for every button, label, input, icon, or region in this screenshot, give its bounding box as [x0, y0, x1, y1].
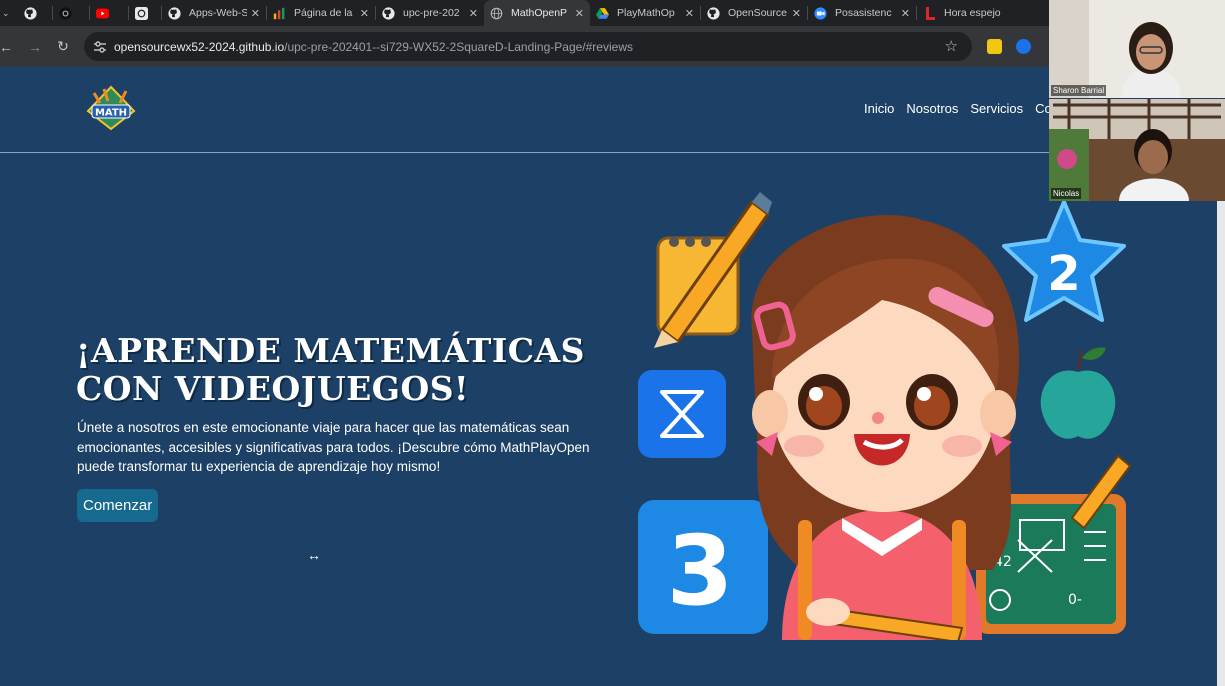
browser-toolbar: ← → ↻ opensourcewx52-2024.github.io/upc-…: [0, 26, 1225, 67]
tab-youtube[interactable]: [90, 0, 128, 26]
video-tile-participant: Nicolas: [1049, 99, 1225, 201]
participant-video: [1049, 99, 1225, 201]
hero-illustration: 2 3 42 0-: [638, 192, 1132, 640]
close-icon[interactable]: ✕: [469, 7, 478, 20]
number-3-block-icon: 3: [638, 500, 768, 634]
apple-icon: [1040, 347, 1116, 439]
github-icon: [707, 6, 720, 20]
page-scrollbar[interactable]: [1217, 201, 1225, 686]
globe-icon: [490, 7, 503, 20]
hero-text-line: Únete a nosotros en este emocionante via…: [77, 420, 570, 435]
tab-title: MathOpenP: [511, 7, 568, 19]
tab-title: Página de la: [294, 7, 353, 19]
github-icon: [24, 6, 37, 20]
nav-link-nosotros[interactable]: Nosotros: [906, 101, 958, 116]
participant-name: Nicolas: [1051, 188, 1082, 199]
nav-link-inicio[interactable]: Inicio: [864, 101, 894, 116]
hero-title: ¡APRENDE MATEMÁTICAS CON VIDEOJUEGOS!: [76, 332, 596, 408]
tab-title: OpenSource: [728, 7, 787, 19]
url-host: opensourcewx52-2024.github.io: [114, 39, 285, 54]
star-number-2-icon: 2: [1002, 200, 1126, 322]
github-icon: [168, 6, 181, 20]
tab-opensource[interactable]: OpenSource ✕: [701, 0, 807, 26]
extension-icon[interactable]: [987, 39, 1002, 54]
tab-title: Hora espejo: [944, 7, 1001, 19]
tab-pagina[interactable]: Página de la ✕: [267, 0, 375, 26]
tab-title: upc-pre-202: [403, 7, 460, 19]
zoom-icon: [814, 6, 827, 20]
tab-title: Posasistenc: [835, 7, 892, 19]
github-icon: [382, 6, 395, 20]
nav-link-servicios[interactable]: Servicios: [970, 101, 1023, 116]
drive-icon: [596, 7, 609, 20]
math-logo[interactable]: MATH: [86, 85, 136, 131]
tab-title: Apps-Web-S: [189, 7, 247, 19]
tab-playmath[interactable]: PlayMathOp ✕: [590, 0, 700, 26]
chevron-down-icon: ⌄: [2, 7, 10, 18]
close-icon[interactable]: ✕: [901, 7, 910, 20]
bar-chart-icon: [273, 7, 286, 20]
url-path: /upc-pre-202401--si729-WX52-2SquareD-Lan…: [284, 39, 633, 54]
tab-dark-app[interactable]: [53, 0, 89, 26]
close-icon[interactable]: ✕: [575, 7, 584, 20]
video-tile-participant: Sharon Barrial: [1049, 0, 1225, 98]
resize-cursor-icon: ↔: [307, 547, 321, 563]
tab-openai[interactable]: [129, 0, 161, 26]
openai-icon: [135, 6, 148, 20]
logo-text: MATH: [95, 108, 127, 119]
hero-description: Únete a nosotros en este emocionante via…: [77, 418, 597, 477]
hourglass-icon: [638, 370, 726, 458]
star-number: 2: [1047, 246, 1080, 302]
forward-arrow-icon[interactable]: →: [22, 34, 48, 60]
tab-apps-web[interactable]: Apps-Web-S ✕: [162, 0, 266, 26]
tab-hora-espejo[interactable]: Hora espejo: [917, 0, 1013, 26]
board-mark: 0-: [1068, 592, 1082, 608]
comenzar-button[interactable]: Comenzar: [77, 489, 159, 522]
participant-video: [1049, 0, 1225, 98]
tab-github-1[interactable]: [18, 0, 52, 26]
reload-icon[interactable]: ↻: [50, 34, 76, 60]
l-logo-icon: [923, 6, 936, 20]
participant-name: Sharon Barrial: [1051, 85, 1107, 96]
tab-posasistencia[interactable]: Posasistenc ✕: [808, 0, 916, 26]
bookmark-star-icon[interactable]: ☆: [945, 37, 958, 55]
close-icon[interactable]: ✕: [685, 7, 694, 20]
site-settings-icon[interactable]: [93, 40, 107, 54]
browser-tab-strip: ⌄ Apps-Web-S ✕ Página de la ✕ upc-pre-20…: [0, 0, 1225, 26]
tab-search-button[interactable]: ⌄: [0, 0, 18, 26]
back-arrow-icon[interactable]: ←: [0, 34, 13, 60]
hero-title-line: CON VIDEOJUEGOS!: [76, 369, 470, 408]
extension-icon[interactable]: [1016, 39, 1031, 54]
close-icon[interactable]: ✕: [360, 7, 369, 20]
hero-text-line: emocionantes, accesibles y significativa…: [77, 439, 590, 455]
tab-mathopen-active[interactable]: MathOpenP ✕: [484, 0, 590, 26]
site-header: MATH Inicio Nosotros Servicios Co: [0, 67, 1225, 153]
tab-title: PlayMathOp: [617, 7, 675, 19]
main-nav: Inicio Nosotros Servicios Co: [864, 101, 1052, 116]
address-bar[interactable]: opensourcewx52-2024.github.io/upc-pre-20…: [84, 32, 972, 61]
hero-text-line: puede transformar tu experiencia de apre…: [77, 459, 441, 474]
close-icon[interactable]: ✕: [792, 7, 801, 20]
hero-title-line: ¡APRENDE MATEMÁTICAS: [76, 331, 585, 370]
youtube-icon: [96, 7, 109, 20]
block-number: 3: [667, 515, 734, 627]
tab-upc-pre[interactable]: upc-pre-202 ✕: [376, 0, 484, 26]
dark-app-icon: [59, 6, 72, 20]
close-icon[interactable]: ✕: [251, 7, 260, 20]
